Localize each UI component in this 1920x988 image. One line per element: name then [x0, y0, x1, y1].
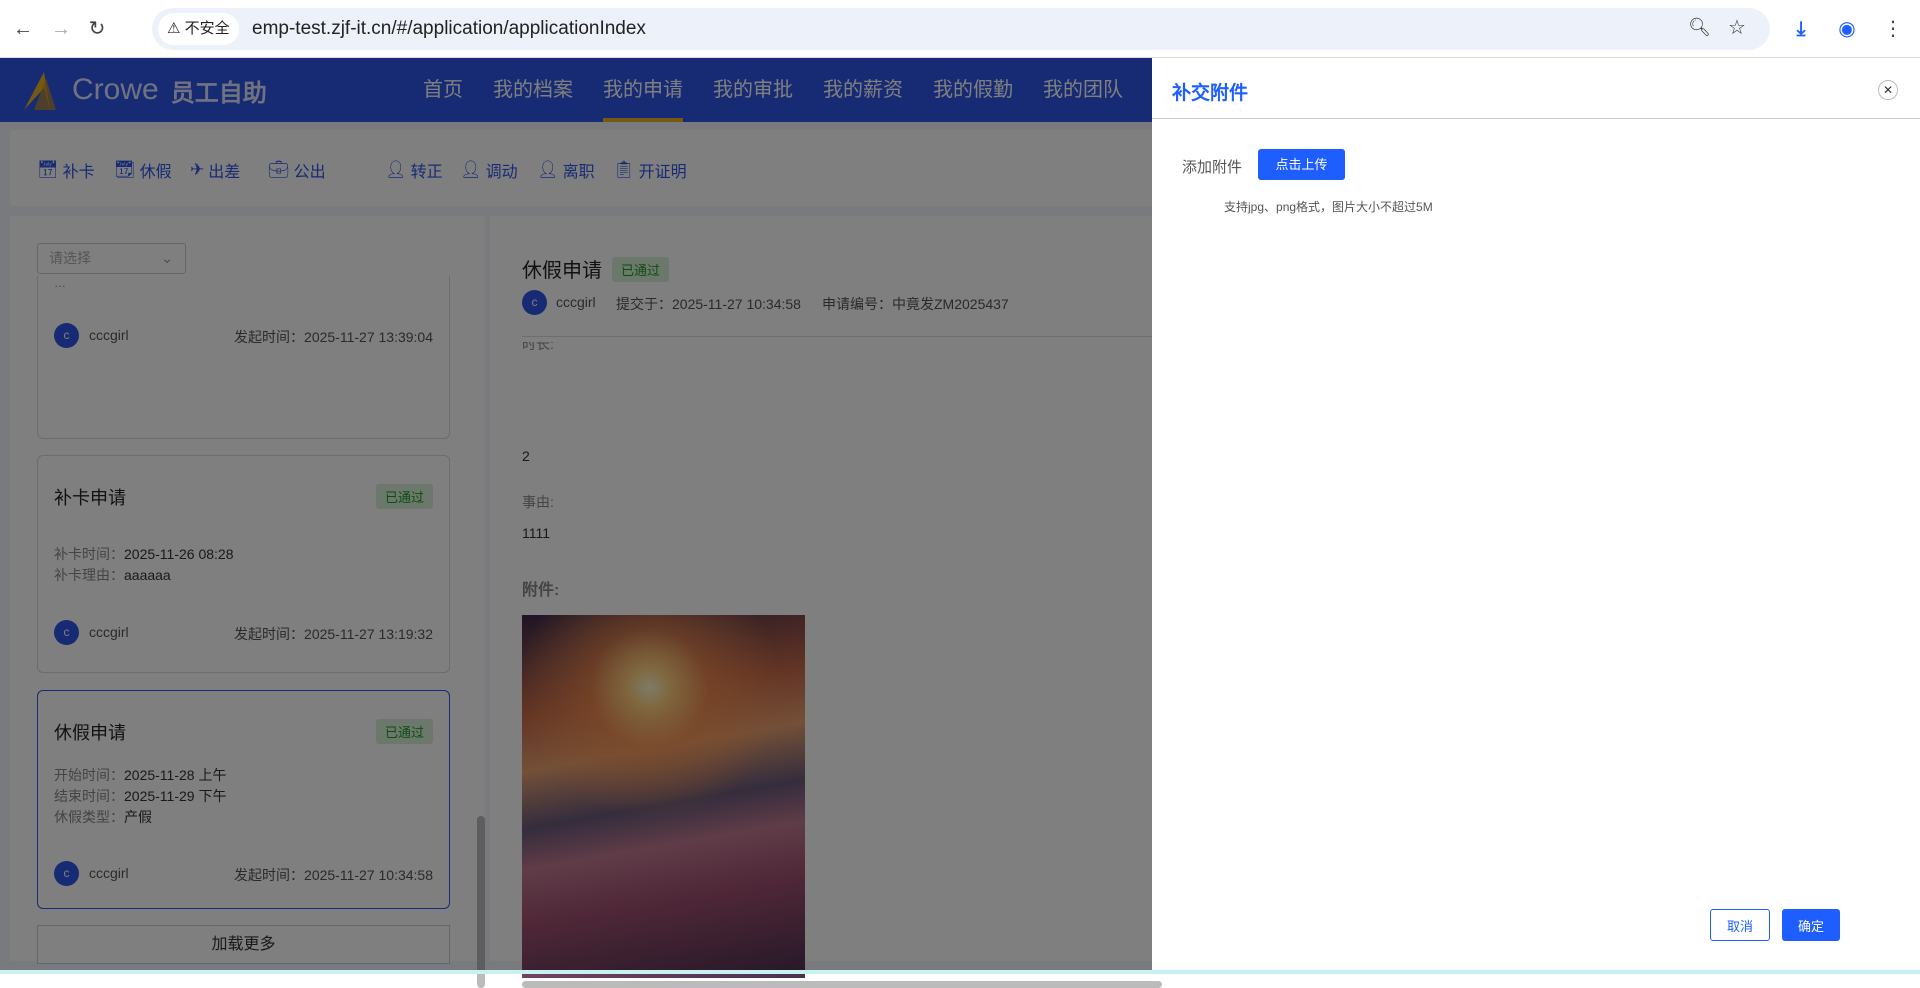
- cancel-button[interactable]: 取消: [1710, 909, 1770, 941]
- back-icon[interactable]: ←: [8, 14, 38, 44]
- url-text[interactable]: emp-test.zjf-it.cn/#/application/applica…: [252, 8, 646, 50]
- zoom-icon[interactable]: 🔍︎: [1688, 17, 1711, 38]
- close-icon[interactable]: ✕: [1878, 80, 1898, 100]
- attachment-drawer: 补交附件 ✕ 添加附件 点击上传 支持jpg、png格式，图片大小不超过5M 取…: [1152, 58, 1920, 970]
- address-bar[interactable]: ⚠ 不安全 emp-test.zjf-it.cn/#/application/a…: [152, 8, 1770, 50]
- download-icon[interactable]: ⤓: [1786, 14, 1816, 44]
- divider: [1152, 118, 1920, 119]
- profile-icon[interactable]: ◉: [1832, 14, 1862, 44]
- forward-icon[interactable]: →: [46, 14, 76, 44]
- upload-button[interactable]: 点击上传: [1258, 149, 1345, 180]
- security-indicator[interactable]: ⚠ 不安全: [158, 13, 239, 45]
- warning-icon: ⚠: [167, 20, 185, 37]
- reload-icon[interactable]: ↻: [82, 14, 112, 44]
- confirm-button[interactable]: 确定: [1782, 909, 1840, 941]
- menu-icon[interactable]: ⋮: [1878, 14, 1908, 44]
- upload-hint: 支持jpg、png格式，图片大小不超过5M: [1224, 200, 1433, 214]
- bookmark-star-icon[interactable]: ☆: [1728, 15, 1746, 40]
- browser-toolbar: ← → ↻ ⚠ 不安全 emp-test.zjf-it.cn/#/applica…: [0, 0, 1920, 58]
- horizontal-scrollbar[interactable]: [522, 981, 1162, 988]
- drawer-title: 补交附件: [1172, 83, 1249, 104]
- bottom-strip: [0, 970, 1920, 974]
